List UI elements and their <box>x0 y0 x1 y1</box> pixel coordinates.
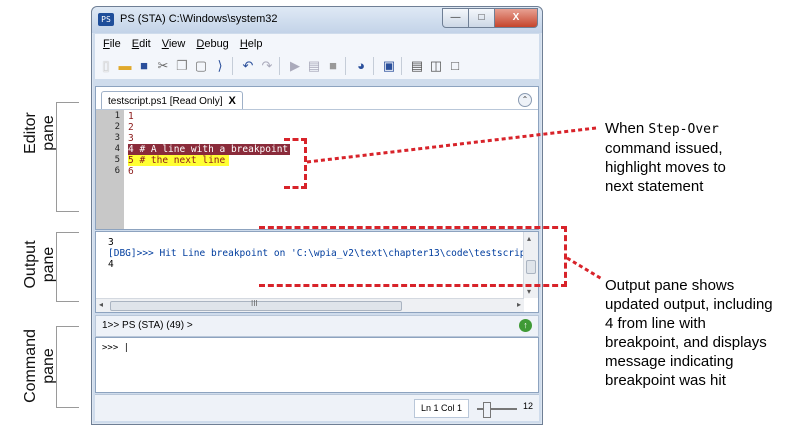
annotation-line: When Step-Over <box>605 119 810 139</box>
annotation-line: updated output, including <box>605 296 773 313</box>
annotation-line: breakpoint was hit <box>605 372 726 389</box>
output-annotation: Output pane shows updated output, includ… <box>605 276 810 390</box>
step-over-annotation: When Step-Over command issued, highlight… <box>605 119 810 196</box>
annotation-text: When <box>605 120 649 137</box>
output-connector <box>566 256 603 281</box>
step-over-connector <box>306 126 597 164</box>
step-over-code: Step-Over <box>648 122 719 137</box>
annotation-line: message indicating <box>605 353 734 370</box>
annotation-line: highlight moves to <box>605 159 726 176</box>
annotation-line: Output pane shows <box>605 277 735 294</box>
annotation-line: 4 from line with <box>605 315 706 332</box>
annotation-line: breakpoint, and displays <box>605 334 767 351</box>
annotation-line: command issued, <box>605 140 723 157</box>
annotation-line: next statement <box>605 178 704 195</box>
